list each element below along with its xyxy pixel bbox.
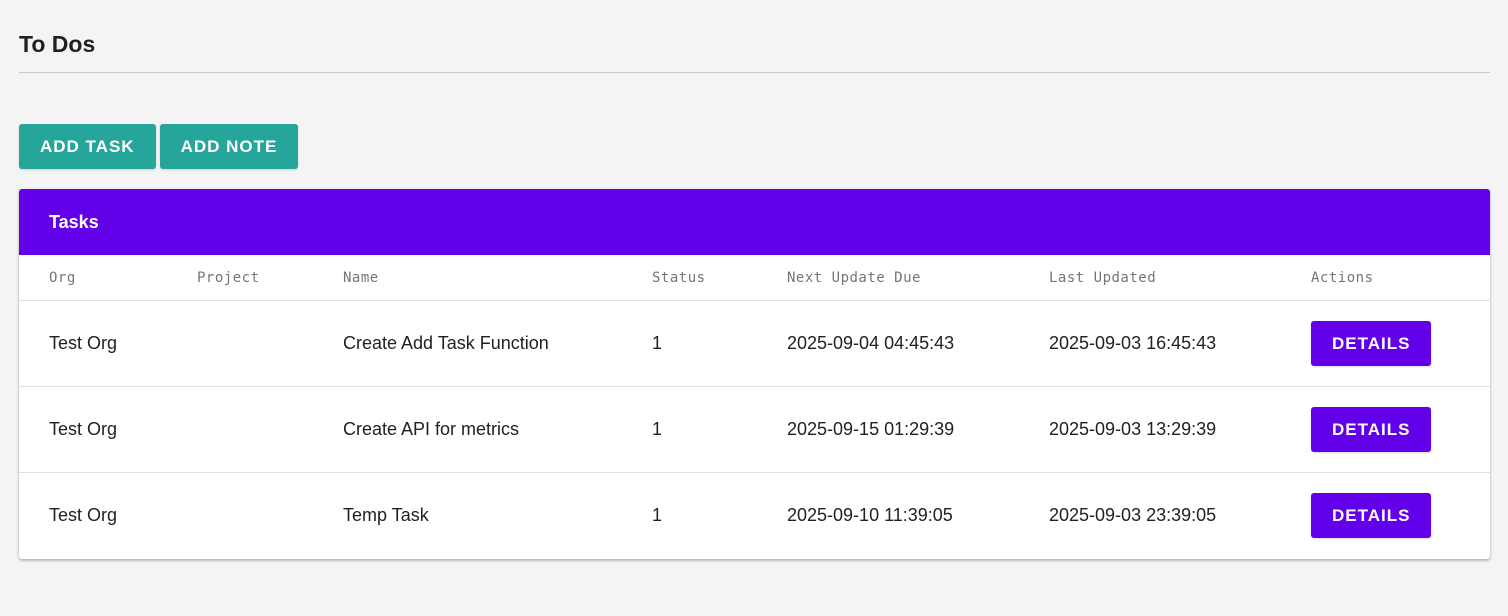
column-header-next-update-due: Next Update Due	[787, 255, 1049, 301]
cell-status: 1	[652, 386, 787, 473]
column-header-name: Name	[343, 255, 652, 301]
action-bar: ADD TASK ADD NOTE	[19, 124, 299, 169]
cell-org: Test Org	[49, 505, 118, 525]
cell-org: Test Org	[19, 386, 197, 473]
cell-project	[197, 386, 343, 473]
cell-name: Create Add Task Function	[343, 300, 652, 387]
cell-name: Temp Task	[343, 505, 429, 525]
table-row: Test Org Create API for metrics 1 2025-0…	[19, 386, 1490, 473]
cell-name: Create API for metrics	[343, 386, 652, 473]
table-row: Test Org Temp Task 1 2025-09-10 11:39:05…	[19, 473, 1490, 559]
table-row: Test Org Create Add Task Function 1 2025…	[19, 300, 1490, 387]
title-divider	[19, 72, 1490, 73]
column-header-status: Status	[652, 255, 787, 301]
cell-last-updated: 2025-09-03 16:45:43	[1049, 300, 1311, 387]
cell-org: Test Org	[19, 300, 197, 387]
cell-project	[197, 473, 343, 559]
todos-page: To Dos ADD TASK ADD NOTE Tasks Org Proje…	[0, 0, 1508, 616]
tasks-card-title: Tasks	[19, 189, 1490, 255]
cell-actions: DETAILS	[1311, 473, 1490, 559]
column-header-last-updated: Last Updated	[1049, 255, 1311, 301]
add-task-button[interactable]: ADD TASK	[19, 124, 156, 169]
details-button[interactable]: DETAILS	[1311, 407, 1432, 452]
tasks-card: Tasks Org Project Name Status Next Updat…	[19, 189, 1490, 559]
table-header-row: Org Project Name Status Next Update Due …	[19, 255, 1490, 301]
details-button[interactable]: DETAILS	[1311, 321, 1432, 366]
tasks-table: Org Project Name Status Next Update Due …	[19, 255, 1490, 558]
cell-status: 1	[652, 300, 787, 387]
page-title: To Dos	[19, 31, 96, 57]
cell-project	[197, 300, 343, 387]
cell-actions: DETAILS	[1311, 386, 1490, 473]
column-header-org: Org	[19, 255, 197, 301]
column-header-project: Project	[197, 255, 343, 301]
cell-next-update-due: 2025-09-10 11:39:05	[787, 505, 953, 525]
cell-actions: DETAILS	[1311, 300, 1490, 387]
add-note-button[interactable]: ADD NOTE	[159, 124, 299, 169]
cell-last-updated: 2025-09-03 13:29:39	[1049, 386, 1311, 473]
cell-status: 1	[652, 505, 663, 525]
cell-last-updated: 2025-09-03 23:39:05	[1049, 505, 1217, 525]
cell-next-update-due: 2025-09-04 04:45:43	[787, 300, 1049, 387]
details-button[interactable]: DETAILS	[1311, 493, 1432, 538]
column-header-actions: Actions	[1311, 255, 1490, 301]
cell-next-update-due: 2025-09-15 01:29:39	[787, 386, 1049, 473]
